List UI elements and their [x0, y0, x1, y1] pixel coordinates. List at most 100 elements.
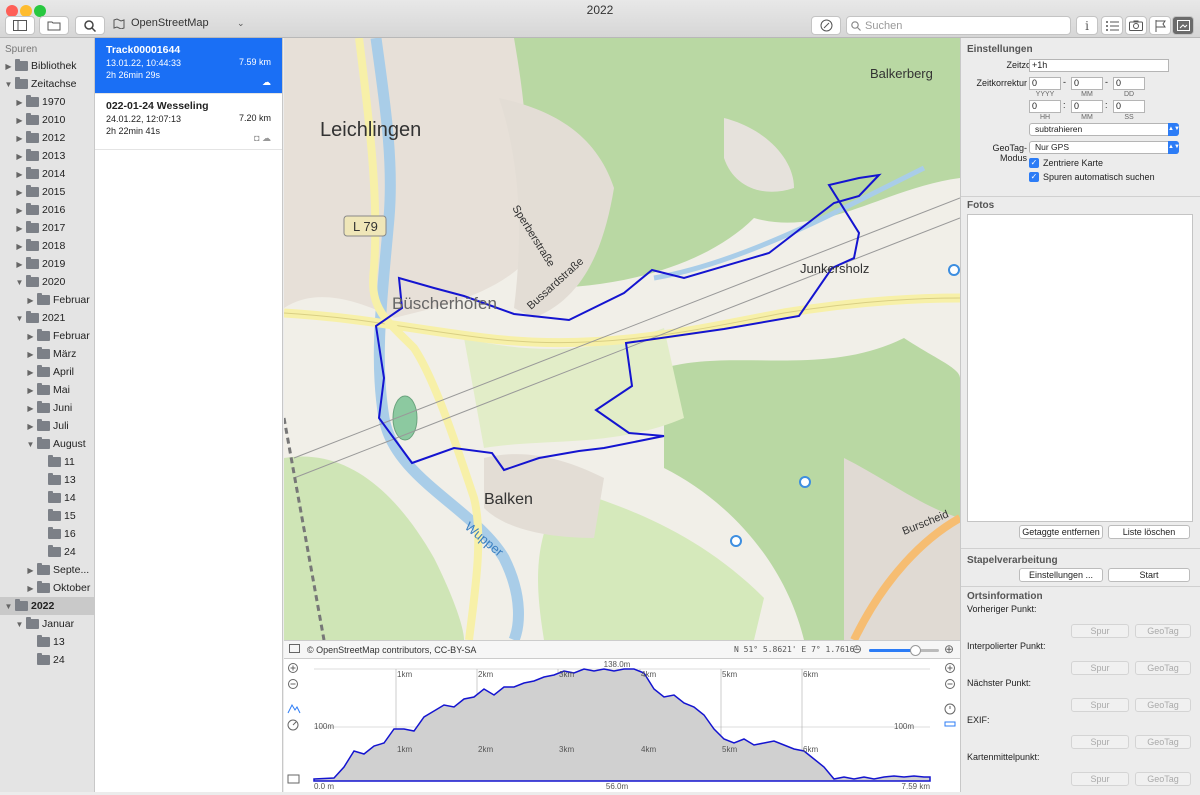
toggle-profile-icon[interactable]: [287, 774, 300, 784]
zoom-in-vertical-icon[interactable]: [288, 663, 298, 673]
sidebar-item[interactable]: 13: [0, 471, 94, 489]
sidebar-item[interactable]: ▶ 2012: [0, 129, 94, 147]
disclosure-closed-icon[interactable]: ▶: [15, 98, 24, 107]
track-item[interactable]: 022-01-24 Wesseling 24.01.22, 12:07:13 2…: [95, 94, 282, 150]
disclosure-closed-icon[interactable]: ▶: [26, 566, 35, 575]
map-source-select[interactable]: OpenStreetMap: [113, 17, 209, 29]
geotag-panel-button[interactable]: [1172, 16, 1194, 35]
disclosure-closed-icon[interactable]: ▶: [26, 422, 35, 431]
sidebar-item[interactable]: ▶ 2017: [0, 219, 94, 237]
batch-settings-button[interactable]: Einstellungen ...: [1019, 568, 1103, 582]
sidebar-item[interactable]: ▶ 2016: [0, 201, 94, 219]
toggle-sidebar-button[interactable]: [5, 16, 35, 35]
disclosure-closed-icon[interactable]: ▶: [15, 260, 24, 269]
disclosure-closed-icon[interactable]: ▶: [15, 116, 24, 125]
sidebar-item[interactable]: ▶ Oktober: [0, 579, 94, 597]
disclosure-open-icon[interactable]: ▼: [4, 602, 13, 611]
sidebar-item[interactable]: 11: [0, 453, 94, 471]
disclosure-closed-icon[interactable]: ▶: [26, 296, 35, 305]
sidebar-item[interactable]: ▶ 2014: [0, 165, 94, 183]
search-toggle-button[interactable]: [75, 16, 105, 35]
clear-list-button[interactable]: Liste löschen: [1108, 525, 1190, 539]
disclosure-closed-icon[interactable]: ▶: [4, 62, 13, 71]
disclosure-closed-icon[interactable]: ▶: [15, 188, 24, 197]
geotag-mode-select[interactable]: Nur GPS ▲▼: [1029, 141, 1180, 154]
sidebar-item[interactable]: 24: [0, 543, 94, 561]
disclosure-open-icon[interactable]: ▼: [4, 80, 13, 89]
sidebar-item[interactable]: ▶ Septe...: [0, 561, 94, 579]
sidebar-item[interactable]: ▼ 2022: [0, 597, 94, 615]
info-button[interactable]: i: [1076, 16, 1098, 35]
zoom-slider-knob[interactable]: [910, 645, 922, 656]
minute-field[interactable]: 0: [1071, 100, 1103, 113]
disclosure-closed-icon[interactable]: ▶: [15, 170, 24, 179]
search-field[interactable]: Suchen: [846, 16, 1071, 35]
geotag-button[interactable]: GeoTag: [1135, 624, 1191, 638]
operation-select[interactable]: subtrahieren ▲▼: [1029, 123, 1180, 136]
geotag-button[interactable]: GeoTag: [1135, 735, 1191, 749]
sidebar-item[interactable]: ▶ Bibliothek: [0, 57, 94, 75]
disclosure-closed-icon[interactable]: ▶: [26, 332, 35, 341]
zoom-in-horizontal-icon[interactable]: [945, 663, 955, 673]
sidebar-item[interactable]: 24: [0, 651, 94, 669]
stopwatch-icon[interactable]: [944, 703, 956, 715]
show-track-button[interactable]: Spur: [1071, 772, 1129, 786]
disclosure-open-icon[interactable]: ▼: [26, 440, 35, 449]
open-folder-button[interactable]: [39, 16, 69, 35]
disclosure-open-icon[interactable]: ▼: [15, 314, 24, 323]
sidebar-item[interactable]: ▶ Februar: [0, 327, 94, 345]
track-item[interactable]: Track00001644 13.01.22, 10:44:33 2h 26mi…: [95, 38, 282, 94]
compass-button[interactable]: [811, 16, 841, 35]
sidebar-item[interactable]: ▶ 2013: [0, 147, 94, 165]
hour-field[interactable]: 0: [1029, 100, 1061, 113]
map-canvas[interactable]: Leichlingen Balkerberg L 79 Sperberstraß…: [284, 38, 960, 640]
disclosure-open-icon[interactable]: ▼: [15, 620, 24, 629]
zoom-out-icon[interactable]: ⊖: [852, 642, 862, 656]
sidebar-item[interactable]: ▶ Juli: [0, 417, 94, 435]
batch-start-button[interactable]: Start: [1108, 568, 1190, 582]
photos-list[interactable]: [967, 214, 1193, 522]
sidebar-item[interactable]: ▼ Januar: [0, 615, 94, 633]
disclosure-closed-icon[interactable]: ▶: [26, 404, 35, 413]
sidebar-item[interactable]: ▼ 2020: [0, 273, 94, 291]
range-select-icon[interactable]: [944, 721, 956, 727]
show-track-button[interactable]: Spur: [1071, 661, 1129, 675]
zoom-slider[interactable]: [869, 645, 939, 656]
toggle-map-panel-icon[interactable]: [289, 644, 300, 653]
list-button[interactable]: [1101, 16, 1123, 35]
day-field[interactable]: 0: [1113, 77, 1145, 90]
sidebar-item[interactable]: 15: [0, 507, 94, 525]
show-track-button[interactable]: Spur: [1071, 698, 1129, 712]
poi-marker[interactable]: [799, 476, 811, 488]
sidebar-item[interactable]: ▶ März: [0, 345, 94, 363]
disclosure-closed-icon[interactable]: ▶: [15, 242, 24, 251]
geotag-button[interactable]: GeoTag: [1135, 698, 1191, 712]
auto-search-checkbox[interactable]: ✓ Spuren automatisch suchen: [1029, 172, 1155, 182]
sidebar-item[interactable]: ▶ Juni: [0, 399, 94, 417]
show-track-button[interactable]: Spur: [1071, 735, 1129, 749]
second-field[interactable]: 0: [1113, 100, 1145, 113]
remove-tagged-button[interactable]: Getaggte entfernen: [1019, 525, 1103, 539]
disclosure-closed-icon[interactable]: ▶: [15, 152, 24, 161]
timezone-field[interactable]: +1h: [1029, 59, 1169, 72]
sidebar-item[interactable]: ▶ 2018: [0, 237, 94, 255]
disclosure-closed-icon[interactable]: ▶: [15, 206, 24, 215]
zoom-out-vertical-icon[interactable]: [288, 679, 298, 689]
zoom-out-horizontal-icon[interactable]: [945, 679, 955, 689]
sidebar-item[interactable]: ▼ Zeitachse: [0, 75, 94, 93]
photos-button[interactable]: [1125, 16, 1147, 35]
disclosure-open-icon[interactable]: ▼: [15, 278, 24, 287]
speed-mode-icon[interactable]: [287, 719, 299, 731]
sidebar-item[interactable]: ▶ April: [0, 363, 94, 381]
sidebar-item[interactable]: ▶ 1970: [0, 93, 94, 111]
flag-button[interactable]: [1149, 16, 1171, 35]
poi-marker[interactable]: [730, 535, 742, 547]
sidebar-item[interactable]: ▶ Februar: [0, 291, 94, 309]
sidebar-item[interactable]: 14: [0, 489, 94, 507]
sidebar-item[interactable]: ▶ 2010: [0, 111, 94, 129]
year-field[interactable]: 0: [1029, 77, 1061, 90]
poi-marker[interactable]: [948, 264, 960, 276]
month-field[interactable]: 0: [1071, 77, 1103, 90]
disclosure-closed-icon[interactable]: ▶: [26, 386, 35, 395]
geotag-button[interactable]: GeoTag: [1135, 772, 1191, 786]
